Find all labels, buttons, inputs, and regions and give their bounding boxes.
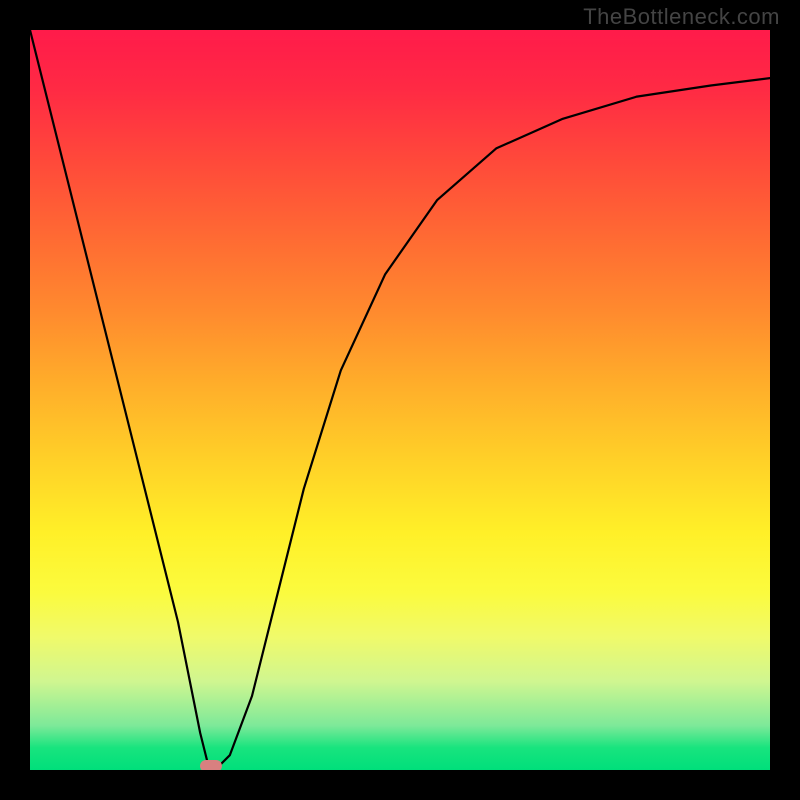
bottleneck-curve [30,30,770,770]
watermark-text: TheBottleneck.com [583,4,780,30]
plot-area [30,30,770,770]
optimal-point-marker [200,760,222,770]
chart-frame: TheBottleneck.com [0,0,800,800]
